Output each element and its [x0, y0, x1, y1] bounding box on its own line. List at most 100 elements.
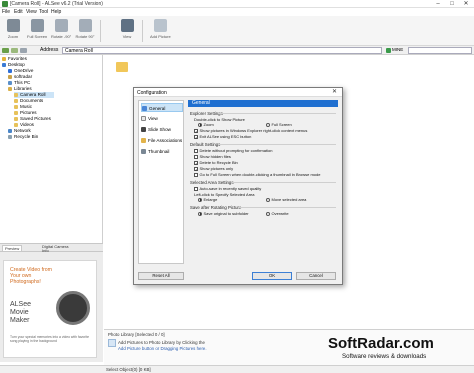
photo-library-hint-1: Add Pictures to Photo Library by Clickin…	[118, 340, 205, 345]
address-bar: Address Camera Roll MINE	[0, 46, 474, 55]
preview-pane: Create Video from Your own Photographs! …	[0, 252, 103, 362]
network-icon	[8, 128, 12, 133]
softradar-watermark: SoftRadar.com Software reviews & downloa…	[328, 335, 474, 365]
default-settings-heading: Default Settings	[190, 142, 221, 147]
zoom-radio[interactable]: Zoom	[198, 122, 214, 127]
watermark-brand: SoftRadar.com	[328, 335, 434, 352]
filter-input[interactable]	[408, 47, 472, 54]
hidden-files-checkbox[interactable]: Show hidden files	[194, 154, 231, 159]
menu-help[interactable]: Help	[51, 9, 61, 15]
configuration-dialog: Configuration ✕ General View Slide Show …	[133, 87, 343, 285]
folder-icon	[14, 122, 18, 127]
thumbnail-icon	[141, 149, 146, 154]
go-icon[interactable]	[386, 48, 391, 53]
movie-maker-ad[interactable]: Create Video from Your own Photographs! …	[3, 260, 97, 358]
enlarge-radio[interactable]: Enlarge	[198, 197, 217, 202]
library-icon	[8, 86, 12, 91]
dialog-close-icon[interactable]: ✕	[332, 88, 337, 97]
nav-slide-show[interactable]: Slide Show	[141, 125, 183, 134]
file-associations-icon	[141, 138, 146, 143]
recycle-bin-checkbox[interactable]: ✓Delete to Recycle Bin	[194, 160, 238, 165]
up-folder-icon[interactable]	[20, 48, 27, 53]
view-mode-label[interactable]: MINE	[392, 47, 403, 52]
back-icon[interactable]	[2, 48, 9, 53]
ad-product-name: ALSee Movie Maker	[10, 301, 32, 324]
menu-view[interactable]: View	[26, 9, 37, 15]
folder-icon	[14, 110, 18, 115]
rotate-left-icon	[54, 19, 68, 32]
toolbar: Zoom Full Screen Rotate -90° Rotate 90° …	[0, 16, 474, 46]
photo-library-title: Photo Library [Selected 0 / 0]	[108, 332, 165, 337]
fullscreen-thumbnail-checkbox[interactable]: Go to Full Screen when double-clicking a…	[194, 172, 320, 177]
folder-icon	[14, 98, 18, 103]
add-picture-icon	[153, 19, 167, 32]
maximize-icon[interactable]: □	[446, 0, 458, 8]
folder-icon	[14, 92, 18, 97]
zoom-icon	[6, 19, 20, 32]
full-screen-icon	[30, 19, 44, 32]
folder-thumbnail-icon[interactable]	[116, 62, 128, 72]
overwrite-radio[interactable]: Overwrite	[266, 211, 289, 216]
pictures-only-checkbox[interactable]: ✓Show pictures only	[194, 166, 233, 171]
nav-general[interactable]: General	[141, 103, 183, 112]
full-screen-button[interactable]: Full Screen	[27, 19, 47, 44]
watermark-tagline: Software reviews & downloads	[342, 353, 427, 360]
slide-show-icon	[141, 127, 146, 132]
user-folder-icon	[8, 74, 12, 79]
zoom-button[interactable]: Zoom	[3, 19, 23, 44]
menu-edit[interactable]: Edit	[14, 9, 23, 15]
context-menu-checkbox[interactable]: ✓Show pictures in Windows Explorer right…	[194, 128, 307, 133]
menu-bar: File Edit View Tool Help	[0, 8, 474, 16]
title-bar: [Camera Roll] - ALSee v6.2 (Trial Versio…	[0, 0, 474, 8]
window-title: [Camera Roll] - ALSee v6.2 (Trial Versio…	[10, 1, 103, 7]
view-button[interactable]: View	[117, 19, 137, 44]
section-divider	[218, 113, 336, 114]
reset-all-button[interactable]: Reset All	[138, 272, 184, 280]
toolbar-separator	[142, 20, 143, 42]
view-grid-icon	[120, 19, 134, 32]
desktop-icon	[2, 62, 6, 67]
section-divider	[238, 207, 336, 208]
ok-button[interactable]: OK	[252, 272, 292, 280]
save-rotating-heading: Save after Rotating Picture	[190, 205, 242, 210]
tab-preview[interactable]: Preview	[2, 245, 23, 252]
tree-item-recycle-bin[interactable]: Recycle Bin	[8, 134, 38, 140]
film-reel-icon	[56, 291, 90, 325]
exit-esc-checkbox[interactable]: ✓Exit ALSee using ESC button	[194, 134, 251, 139]
tab-digital-camera-info[interactable]: Digital Camera Info	[40, 245, 74, 253]
section-divider	[218, 144, 336, 145]
full-screen-radio[interactable]: Full Screen	[266, 122, 292, 127]
delete-confirm-checkbox[interactable]: Delete without prompting for confirmatio…	[194, 148, 272, 153]
menu-file[interactable]: File	[2, 9, 10, 15]
address-label: Address	[40, 47, 59, 53]
nav-view[interactable]: View	[141, 114, 183, 123]
address-input[interactable]: Camera Roll	[62, 47, 382, 54]
rotate-left-button[interactable]: Rotate -90°	[51, 19, 71, 44]
status-text: Select Object(0) [0 KB]	[106, 367, 151, 372]
photo-library-icon	[108, 339, 116, 347]
forward-icon[interactable]	[11, 48, 18, 53]
folder-icon	[14, 116, 18, 121]
dialog-title: Configuration	[137, 90, 167, 96]
folder-tree: Favorites Desktop OneDrive softradar Thi…	[0, 55, 103, 243]
move-area-radio[interactable]: Move selected area	[266, 197, 306, 202]
nav-thumbnail[interactable]: Thumbnail	[141, 147, 183, 156]
minimize-icon[interactable]: –	[432, 0, 444, 8]
menu-tool[interactable]: Tool	[39, 9, 48, 15]
status-bar: Select Object(0) [0 KB]	[0, 365, 474, 373]
dialog-title-bar: Configuration ✕	[134, 88, 342, 97]
rotate-right-icon	[78, 19, 92, 32]
folder-icon	[14, 104, 18, 109]
add-picture-button[interactable]: Add Picture	[150, 19, 171, 44]
close-icon[interactable]: ✕	[460, 0, 472, 8]
computer-icon	[8, 80, 12, 85]
ad-caption: Turn your special memories into a video …	[10, 335, 90, 344]
cancel-button[interactable]: Cancel	[296, 272, 336, 280]
rotate-right-button[interactable]: Rotate 90°	[75, 19, 95, 44]
toolbar-separator	[100, 20, 101, 42]
ad-headline: Create Video from Your own Photographs!	[10, 267, 53, 285]
nav-file-associations[interactable]: File Associations	[141, 136, 183, 145]
app-logo-icon	[2, 1, 8, 7]
save-subfolder-radio[interactable]: Save original to subfolder	[198, 211, 249, 216]
auto-save-checkbox[interactable]: Auto-save in recently saved quality	[194, 186, 261, 191]
